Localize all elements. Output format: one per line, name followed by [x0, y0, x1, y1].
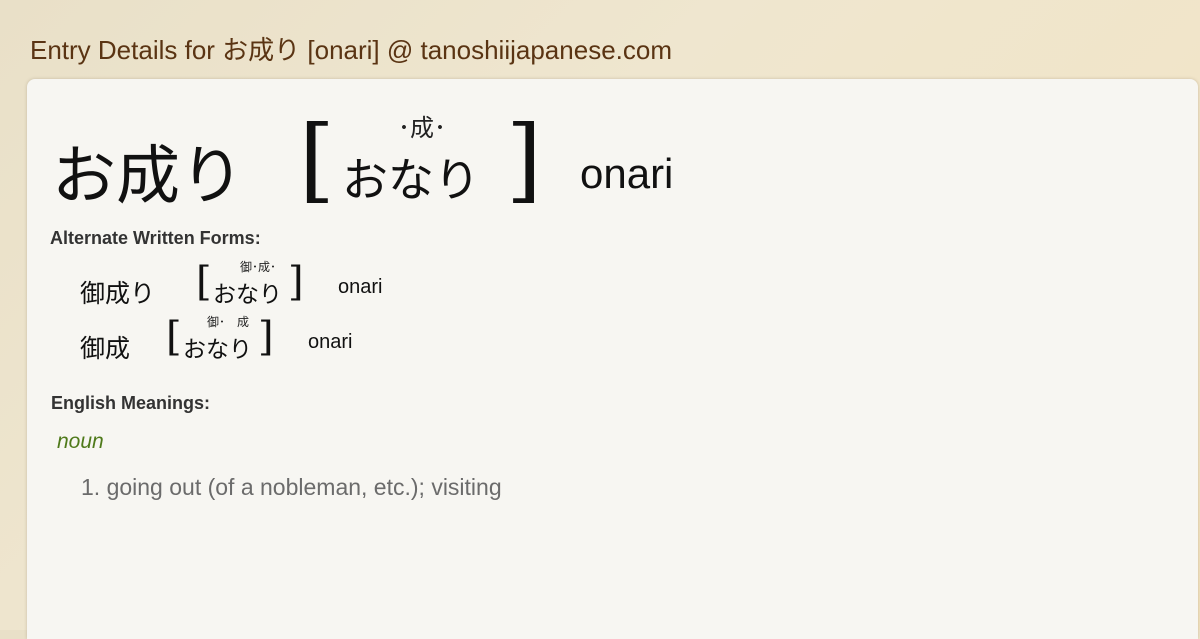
- part-of-speech: noun: [57, 430, 104, 453]
- bracket-close: ]: [288, 259, 304, 305]
- alternate-form-kanji: 御成: [80, 334, 131, 363]
- alternate-form-romaji: onari: [308, 331, 353, 353]
- bracket-open: [: [196, 259, 212, 305]
- meaning-item: 1. going out (of a nobleman, etc.); visi…: [81, 474, 502, 500]
- bracket-open: [: [166, 314, 182, 360]
- entry-reading-group: ･成･ おなり: [342, 108, 502, 207]
- page-title: Entry Details for お成り [onari] @ tanoshii…: [30, 35, 672, 65]
- bracket-close: ]: [258, 314, 274, 360]
- entry-romaji: onari: [580, 150, 674, 197]
- bracket-open: [: [299, 106, 335, 213]
- alternate-form-romaji: onari: [338, 276, 383, 298]
- entry-kanji: お成り: [52, 140, 244, 214]
- entry-furigana: ･成･: [398, 114, 446, 142]
- bracket-close: ]: [506, 106, 542, 213]
- entry-reading: おなり: [342, 153, 480, 207]
- english-meanings-label: English Meanings:: [51, 393, 211, 413]
- alternate-form-kanji: 御成り: [80, 279, 156, 308]
- alternate-forms-label: Alternate Written Forms:: [50, 228, 261, 248]
